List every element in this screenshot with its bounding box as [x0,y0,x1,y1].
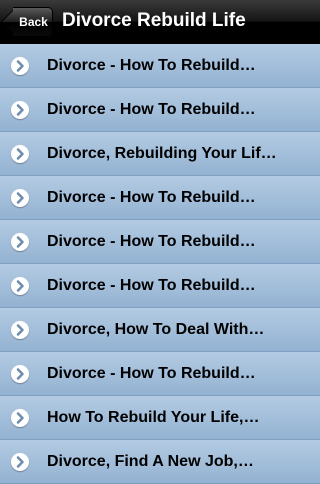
list-item-label: Divorce - How To Rebuild… [47,365,256,382]
list-item[interactable]: Divorce, Find A New Job,… [0,440,320,484]
chevron-right-circle-icon [11,233,29,251]
article-list: Divorce - How To Rebuild… Divorce - How T… [0,44,320,484]
chevron-right-circle-icon [11,189,29,207]
list-item-label: Divorce - How To Rebuild… [47,57,256,74]
back-button-label: Back [19,15,48,29]
list-item-label: How To Rebuild Your Life,… [47,409,260,426]
chevron-right-circle-icon [11,321,29,339]
list-item[interactable]: Divorce - How To Rebuild… [0,176,320,220]
list-item[interactable]: Divorce - How To Rebuild… [0,352,320,396]
list-item[interactable]: Divorce, Rebuilding Your Lif… [0,132,320,176]
list-item-label: Divorce - How To Rebuild… [47,233,256,250]
chevron-right-circle-icon [11,101,29,119]
list-item-label: Divorce - How To Rebuild… [47,101,256,118]
chevron-right-circle-icon [11,409,29,427]
list-item-label: Divorce, Find A New Job,… [47,453,254,470]
list-item[interactable]: Divorce - How To Rebuild… [0,88,320,132]
navigation-bar: Back Divorce Rebuild Life [0,0,320,44]
list-item-label: Divorce, Rebuilding Your Lif… [47,145,277,162]
list-item[interactable]: How To Rebuild Your Life,… [0,396,320,440]
page-title: Divorce Rebuild Life [62,10,246,31]
list-item-label: Divorce - How To Rebuild… [47,189,256,206]
list-item[interactable]: Divorce - How To Rebuild… [0,264,320,308]
chevron-right-circle-icon [11,57,29,75]
list-item[interactable]: Divorce, How To Deal With… [0,308,320,352]
chevron-right-circle-icon [11,365,29,383]
list-item-label: Divorce - How To Rebuild… [47,277,256,294]
list-item-label: Divorce, How To Deal With… [47,321,265,338]
back-button-area[interactable]: Back [0,0,60,44]
chevron-right-circle-icon [11,453,29,471]
list-item[interactable]: Divorce - How To Rebuild… [0,220,320,264]
chevron-right-circle-icon [11,277,29,295]
list-item[interactable]: Divorce - How To Rebuild… [0,44,320,88]
chevron-right-circle-icon [11,145,29,163]
back-button[interactable]: Back [13,7,53,37]
